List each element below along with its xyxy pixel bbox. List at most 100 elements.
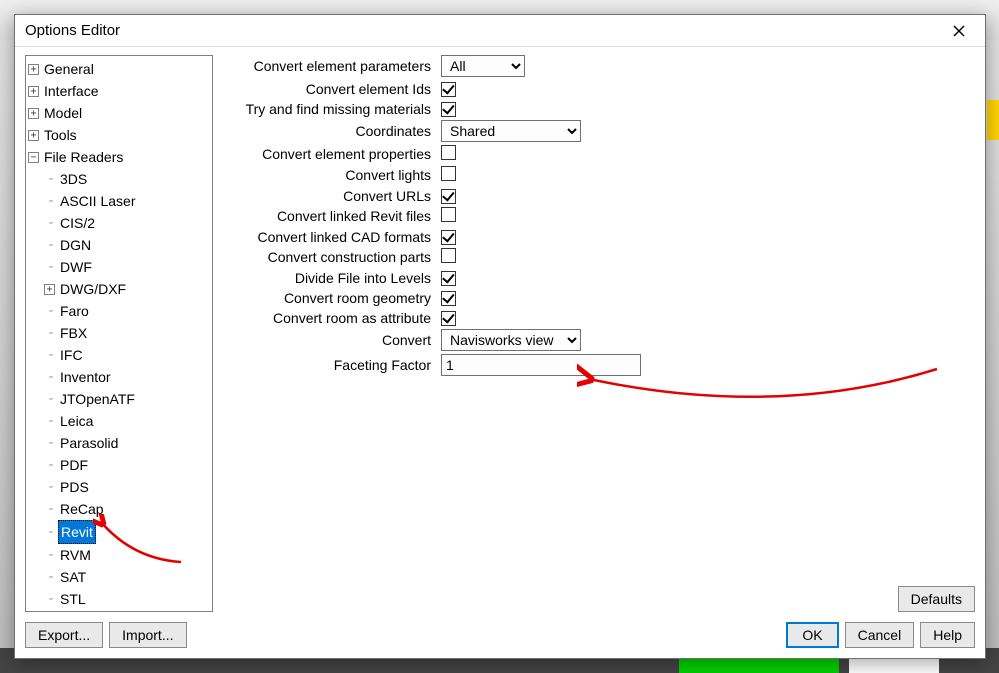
cancel-button[interactable]: Cancel [845,622,915,648]
form-label: Convert lights [223,167,433,183]
import-button[interactable]: Import... [109,622,186,648]
tree-item-label: SAT [58,566,88,588]
tree-item-label: IFC [58,344,85,366]
tree-item-label: File Readers [42,146,125,168]
tree-item[interactable]: -VRML [26,610,212,612]
dropdown[interactable]: Shared [441,120,581,142]
checkbox[interactable] [441,145,456,160]
tree-item[interactable]: +DWG/DXF [26,278,212,300]
tree-item[interactable]: -FBX [26,322,212,344]
tree-item[interactable]: -IFC [26,344,212,366]
options-editor-dialog: Options Editor +General+Interface+Model+… [14,14,986,659]
form-label: Convert room geometry [223,290,433,306]
tree-branch-icon: - [44,212,58,234]
form-label: Coordinates [223,123,433,139]
form-label: Convert linked Revit files [223,208,433,224]
dialog-title: Options Editor [25,22,120,39]
tree-expander-icon[interactable]: + [28,108,39,119]
checkbox[interactable] [441,230,456,245]
checkbox[interactable] [441,291,456,306]
tree-item-label: STL [58,588,88,610]
tree-item[interactable]: +Tools [26,124,212,146]
tree-item-label: CIS/2 [58,212,97,234]
tree-branch-icon: - [44,566,58,588]
tree-item[interactable]: -DGN [26,234,212,256]
tree-item[interactable]: -Inventor [26,366,212,388]
titlebar: Options Editor [15,15,985,47]
tree-item[interactable]: -DWF [26,256,212,278]
tree-branch-icon: - [44,366,58,388]
tree-branch-icon: - [44,300,58,322]
tree-item[interactable]: -STL [26,588,212,610]
tree-branch-icon: - [44,432,58,454]
text-input[interactable] [441,354,641,376]
form-label: Convert element properties [223,146,433,162]
options-tree[interactable]: +General+Interface+Model+Tools−File Read… [25,55,213,612]
tree-expander-icon[interactable]: − [28,152,39,163]
tree-item[interactable]: -SAT [26,566,212,588]
tree-item-label: JTOpenATF [58,388,137,410]
tree-item-label: DWF [58,256,94,278]
export-button[interactable]: Export... [25,622,103,648]
tree-item[interactable]: -Parasolid [26,432,212,454]
tree-item[interactable]: -Leica [26,410,212,432]
form-label: Convert element Ids [223,81,433,97]
tree-item-label: Model [42,102,84,124]
tree-item[interactable]: +Model [26,102,212,124]
tree-item[interactable]: -RVM [26,544,212,566]
checkbox[interactable] [441,271,456,286]
tree-expander-icon[interactable]: + [44,284,55,295]
close-button[interactable] [939,17,979,45]
tree-branch-icon: - [44,168,58,190]
tree-item[interactable]: -Revit [26,520,212,544]
checkbox[interactable] [441,82,456,97]
tree-item-label: Faro [58,300,91,322]
form-label: Divide File into Levels [223,270,433,286]
form-label: Try and find missing materials [223,101,433,117]
tree-item-file-readers[interactable]: −File Readers [26,146,212,168]
tree-branch-icon: - [44,410,58,432]
tree-item-label: VRML [58,610,101,612]
tree-item[interactable]: -ASCII Laser [26,190,212,212]
tree-item[interactable]: -Faro [26,300,212,322]
form-label: Convert room as attribute [223,310,433,326]
checkbox[interactable] [441,189,456,204]
tree-item[interactable]: -ReCap [26,498,212,520]
tree-item[interactable]: +General [26,58,212,80]
options-form: Convert element parametersAllConvert ele… [223,55,975,612]
help-button[interactable]: Help [920,622,975,648]
tree-item[interactable]: -CIS/2 [26,212,212,234]
tree-item-label: DGN [58,234,93,256]
dropdown[interactable]: All [441,55,525,77]
form-label: Convert linked CAD formats [223,229,433,245]
checkbox[interactable] [441,166,456,181]
tree-branch-icon: - [44,322,58,344]
tree-item[interactable]: -PDF [26,454,212,476]
tree-item[interactable]: -3DS [26,168,212,190]
tree-expander-icon[interactable]: + [28,130,39,141]
tree-item[interactable]: -PDS [26,476,212,498]
tree-branch-icon: - [44,498,58,520]
tree-expander-icon[interactable]: + [28,86,39,97]
form-label: Convert URLs [223,188,433,204]
form-label: Convert construction parts [223,249,433,265]
defaults-button[interactable]: Defaults [898,586,975,612]
checkbox[interactable] [441,102,456,117]
tree-expander-icon[interactable]: + [28,64,39,75]
checkbox[interactable] [441,207,456,222]
checkbox[interactable] [441,248,456,263]
tree-branch-icon: - [44,521,58,543]
tree-branch-icon: - [44,544,58,566]
dropdown[interactable]: Navisworks view [441,329,581,351]
tree-item-label: FBX [58,322,89,344]
ok-button[interactable]: OK [786,622,838,648]
tree-item-label: PDS [58,476,91,498]
tree-branch-icon: - [44,588,58,610]
tree-item-label: Tools [42,124,79,146]
tree-item[interactable]: -JTOpenATF [26,388,212,410]
dialog-footer: Export... Import... OK Cancel Help [15,616,985,658]
tree-branch-icon: - [44,388,58,410]
tree-item[interactable]: +Interface [26,80,212,102]
checkbox[interactable] [441,311,456,326]
tree-item-label: DWG/DXF [58,278,128,300]
